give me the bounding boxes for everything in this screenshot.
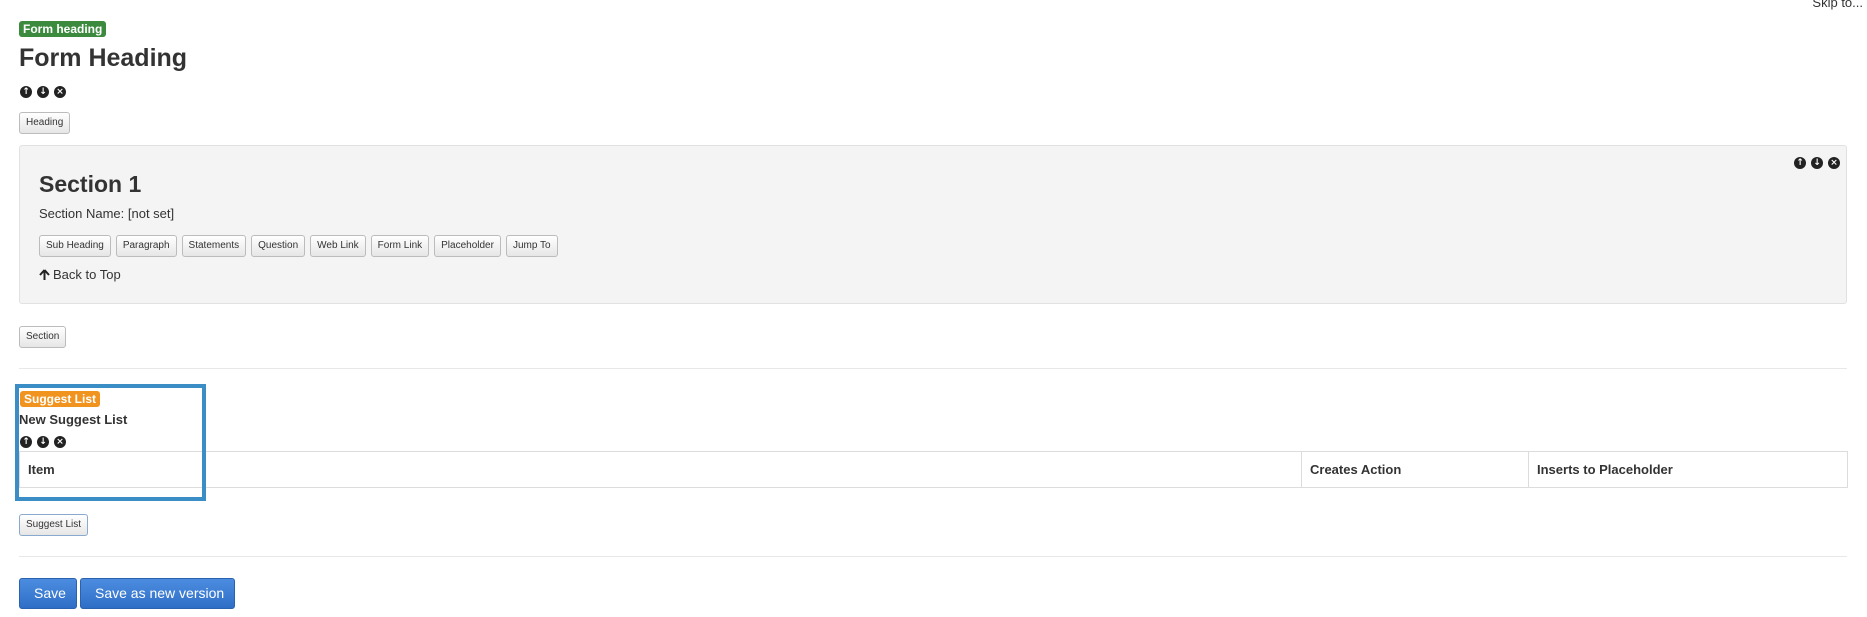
add-placeholder-button[interactable]: Placeholder <box>434 235 501 257</box>
column-header-inserts-to-placeholder: Inserts to Placeholder <box>1528 452 1847 487</box>
move-up-icon[interactable]: ↑ <box>20 436 32 448</box>
section-name-label: Section Name: [not set] <box>39 206 175 221</box>
arrow-up-icon <box>39 268 50 280</box>
back-to-top-label: Back to Top <box>53 267 121 282</box>
move-up-icon[interactable]: ↑ <box>1794 157 1806 169</box>
form-heading-badge: Form heading <box>19 21 107 37</box>
suggest-list-badge: Suggest List <box>20 391 101 407</box>
add-question-button[interactable]: Question <box>251 235 306 257</box>
move-down-icon[interactable]: ↓ <box>37 436 49 448</box>
add-suggest-list-button[interactable]: Suggest List <box>19 514 89 536</box>
section-panel: ↑ ↓ × Section 1 Section Name: [not set] … <box>19 145 1847 304</box>
suggest-list-title: New Suggest List <box>19 412 128 427</box>
section-content-buttons: Sub Heading Paragraph Statements Questio… <box>39 235 558 257</box>
add-jump-to-button[interactable]: Jump To <box>505 235 558 257</box>
form-heading-controls: ↑ ↓ × <box>20 86 66 98</box>
suggest-list-controls: ↑ ↓ × <box>20 436 66 448</box>
column-header-creates-action: Creates Action <box>1301 452 1528 487</box>
suggest-list-table: Item Creates Action Inserts to Placehold… <box>19 451 1848 488</box>
add-section-button[interactable]: Section <box>19 326 67 348</box>
add-paragraph-button[interactable]: Paragraph <box>115 235 177 257</box>
add-heading-button[interactable]: Heading <box>19 112 71 134</box>
form-heading-title: Form Heading <box>19 44 188 72</box>
remove-icon[interactable]: × <box>54 436 66 448</box>
column-header-item: Item <box>28 462 55 477</box>
skip-to-link[interactable]: Skip to... <box>1812 0 1863 10</box>
move-up-icon[interactable]: ↑ <box>20 86 32 98</box>
section-title: Section 1 <box>39 171 142 197</box>
remove-icon[interactable]: × <box>1828 157 1840 169</box>
save-as-new-version-button[interactable]: Save as new version <box>80 578 235 609</box>
divider <box>19 556 1847 557</box>
remove-icon[interactable]: × <box>54 86 66 98</box>
divider <box>19 368 1847 369</box>
add-web-link-button[interactable]: Web Link <box>310 235 366 257</box>
back-to-top-link[interactable]: Back to Top <box>39 267 121 282</box>
save-button[interactable]: Save <box>19 578 77 609</box>
add-form-link-button[interactable]: Form Link <box>370 235 430 257</box>
move-down-icon[interactable]: ↓ <box>37 86 49 98</box>
add-sub-heading-button[interactable]: Sub Heading <box>39 235 111 257</box>
move-down-icon[interactable]: ↓ <box>1811 157 1823 169</box>
add-statements-button[interactable]: Statements <box>181 235 247 257</box>
section-controls: ↑ ↓ × <box>1794 157 1840 169</box>
